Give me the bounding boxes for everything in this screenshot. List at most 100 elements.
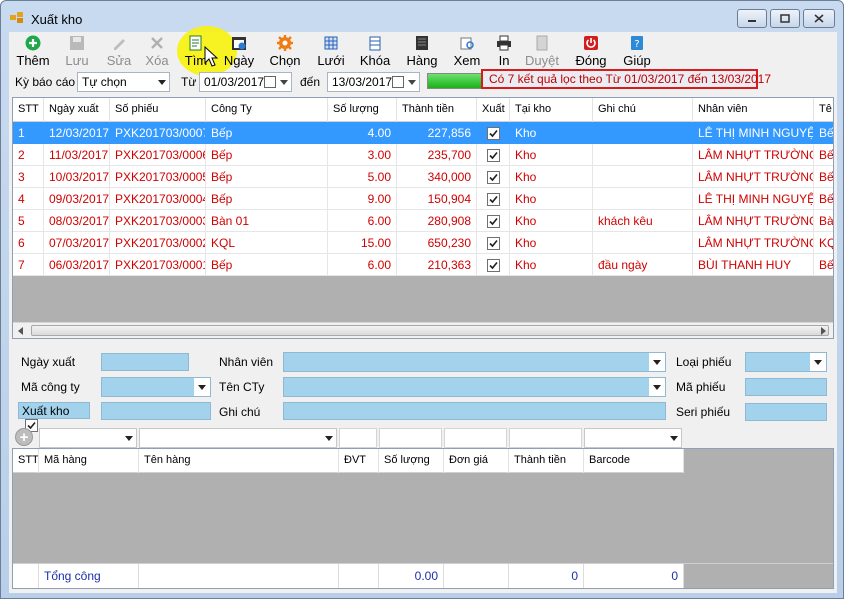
detail-grid[interactable]: STT Mã hàng Tên hàng ĐVT Số lượng Đơn gi…	[12, 448, 834, 589]
table-row[interactable]: 1 12/03/2017 PXK201703/0007 Bếp 4.00 227,856 K…	[13, 122, 833, 144]
company-name-select[interactable]	[283, 377, 666, 397]
scroll-right-icon[interactable]	[821, 327, 826, 335]
row-stt: 5	[13, 210, 44, 232]
books-icon	[413, 34, 431, 52]
period-select[interactable]: Tự chọn	[77, 72, 170, 92]
main-grid[interactable]: STT Ngày xuất Số phiếu Công Ty Số lượng …	[12, 97, 834, 339]
preview-button[interactable]: Xem	[449, 34, 485, 68]
checkbox-icon[interactable]	[486, 171, 500, 185]
col-header[interactable]: Thành tiền	[509, 449, 584, 473]
row-quantity: 9.00	[328, 188, 397, 210]
voucher-code-field[interactable]	[745, 378, 827, 396]
checkbox-icon[interactable]	[486, 259, 500, 273]
checkbox-icon[interactable]	[486, 237, 500, 251]
voucher-type-select[interactable]	[745, 352, 827, 372]
unit-price-field[interactable]	[444, 428, 507, 448]
col-header[interactable]: STT	[13, 98, 44, 122]
scroll-thumb[interactable]	[31, 325, 829, 336]
row-company: Bếp	[206, 254, 328, 276]
export-date-field[interactable]	[101, 353, 189, 371]
choose-button[interactable]: Chọn	[267, 34, 303, 68]
to-label: đến	[300, 75, 321, 89]
add-button[interactable]: Thêm	[13, 34, 53, 68]
col-header[interactable]: Barcode	[584, 449, 684, 473]
total-unit-price: 0	[509, 564, 584, 588]
checkbox-icon[interactable]	[486, 193, 500, 207]
export-warehouse-checkbox[interactable]: Xuất kho	[18, 402, 90, 433]
unit-field[interactable]	[339, 428, 377, 448]
checkbox-icon[interactable]	[486, 127, 500, 141]
table-row[interactable]: 7 06/03/2017 PXK201703/0001 Bếp 6.00 210,363 K…	[13, 254, 833, 276]
company-code-label: Mã công ty	[21, 380, 80, 394]
from-date-picker[interactable]: 01/03/2017	[199, 72, 292, 92]
col-header[interactable]: Thành tiền	[397, 98, 477, 122]
save-button[interactable]: Lưu	[59, 34, 95, 68]
checkbox-icon[interactable]	[486, 215, 500, 229]
total-label: Tổng công	[39, 564, 139, 588]
col-header[interactable]: Tên hàng	[139, 449, 339, 473]
col-header[interactable]: Tại kho	[510, 98, 593, 122]
item-code-select[interactable]	[39, 428, 137, 448]
col-header[interactable]: Số phiếu	[110, 98, 206, 122]
col-header[interactable]: Công Ty	[206, 98, 328, 122]
col-header[interactable]: Số lượng	[379, 449, 444, 473]
close-button[interactable]	[803, 9, 835, 28]
help-book-icon: ?	[628, 34, 646, 52]
col-header[interactable]: Đơn giá	[444, 449, 509, 473]
delete-label: Xóa	[145, 53, 169, 68]
col-header[interactable]: Ghi chú	[593, 98, 693, 122]
edit-button[interactable]: Sửa	[101, 34, 137, 68]
minimize-button[interactable]	[737, 9, 767, 28]
add-item-icon[interactable]: +	[15, 428, 33, 446]
delete-button[interactable]: Xóa	[139, 34, 175, 68]
approve-label: Duyệt	[525, 53, 559, 68]
staff-select[interactable]	[283, 352, 666, 372]
col-header[interactable]: STT	[13, 449, 39, 473]
chevron-down-icon	[653, 384, 661, 390]
quantity-field[interactable]	[379, 428, 442, 448]
export-warehouse-field[interactable]	[101, 402, 211, 420]
row-staff: LÂM NHỰT TRƯỜNG	[693, 210, 814, 232]
maximize-button[interactable]	[770, 9, 800, 28]
approve-button[interactable]: Duyệt	[523, 34, 561, 68]
col-header[interactable]: Số lượng	[328, 98, 397, 122]
row-extra: Bà	[814, 210, 833, 232]
company-code-select[interactable]	[101, 377, 211, 397]
col-header[interactable]: Xuất	[477, 98, 510, 122]
date-button[interactable]: Ngày	[221, 34, 257, 68]
row-stt: 6	[13, 232, 44, 254]
help-button[interactable]: ? Giúp	[619, 34, 655, 68]
horizontal-scrollbar[interactable]	[13, 322, 833, 338]
barcode-select[interactable]	[584, 428, 682, 448]
col-header[interactable]: Ngày xuất	[44, 98, 110, 122]
close-form-button[interactable]: Đóng	[573, 34, 609, 68]
grid-button[interactable]: Lưới	[313, 34, 349, 68]
note-label: Ghi chú	[219, 405, 261, 419]
goods-button[interactable]: Hàng	[403, 34, 441, 68]
checkbox-icon[interactable]	[486, 149, 500, 163]
col-header[interactable]: Tê	[814, 98, 833, 122]
row-amount: 340,000	[397, 166, 477, 188]
table-row[interactable]: 6 07/03/2017 PXK201703/0002 KQL 15.00 650,230…	[13, 232, 833, 254]
table-row[interactable]: 4 09/03/2017 PXK201703/0004 Bếp 9.00 150,904 K…	[13, 188, 833, 210]
row-amount: 150,904	[397, 188, 477, 210]
amount-field[interactable]	[509, 428, 582, 448]
print-button[interactable]: In	[489, 34, 519, 68]
item-name-select[interactable]	[139, 428, 337, 448]
total-spacer	[444, 564, 509, 588]
col-header[interactable]: Nhân viên	[693, 98, 814, 122]
table-row[interactable]: 5 08/03/2017 PXK201703/0003 Bàn 01 6.00 280,9…	[13, 210, 833, 232]
col-header[interactable]: Mã hàng	[39, 449, 139, 473]
result-message: Có 7 kết quả lọc theo Từ 01/03/2017 đến …	[481, 69, 771, 89]
title-bar[interactable]: Xuất kho	[1, 1, 843, 33]
row-quantity: 5.00	[328, 166, 397, 188]
row-quantity: 3.00	[328, 144, 397, 166]
lock-button[interactable]: Khóa	[357, 34, 393, 68]
to-date-picker[interactable]: 13/03/2017	[327, 72, 420, 92]
table-row[interactable]: 3 10/03/2017 PXK201703/0005 Bếp 5.00 340,000 K…	[13, 166, 833, 188]
note-field[interactable]	[283, 402, 666, 420]
table-row[interactable]: 2 11/03/2017 PXK201703/0006 Bếp 3.00 235,700 K…	[13, 144, 833, 166]
col-header[interactable]: ĐVT	[339, 449, 379, 473]
scroll-left-icon[interactable]	[18, 327, 23, 335]
voucher-serial-field[interactable]	[745, 403, 827, 421]
